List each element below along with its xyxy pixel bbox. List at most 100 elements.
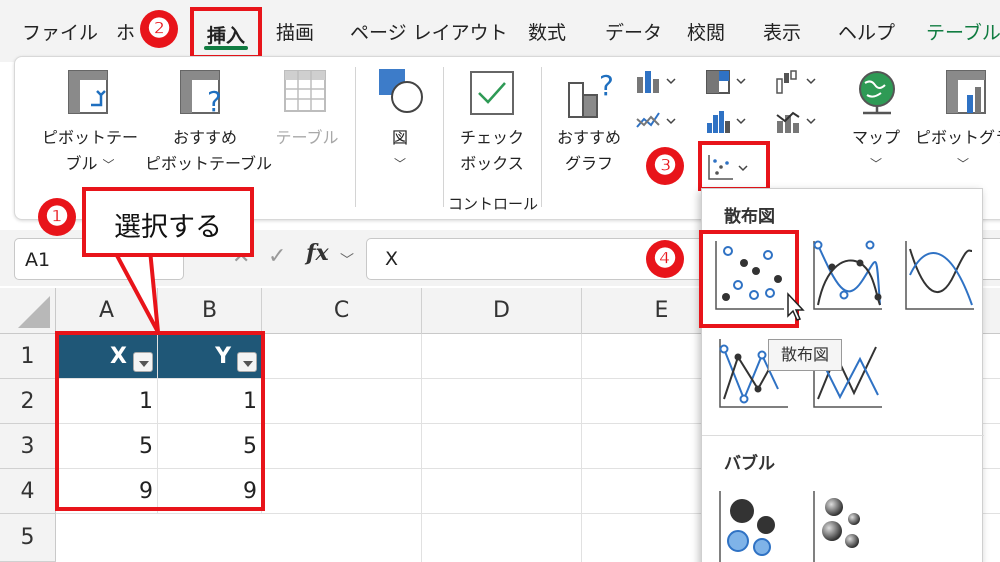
pivot-table-label-1: ピボットテー <box>41 128 138 147</box>
row-header-1[interactable]: 1 <box>0 334 56 379</box>
tab-draw[interactable]: 描画 <box>276 18 314 45</box>
group-separator <box>541 67 542 207</box>
hierarchy-chart-button[interactable] <box>705 69 751 99</box>
checkbox-icon <box>470 71 514 115</box>
pivot-table-label-2-row: ブル ﹀ <box>35 153 145 176</box>
select-callout: 選択する <box>82 187 254 257</box>
tab-formulas[interactable]: 数式 <box>528 18 566 45</box>
bubble-chart-icon <box>719 491 775 562</box>
recommended-charts-label-2: グラフ <box>564 154 613 173</box>
section-divider <box>702 435 984 436</box>
row-header-3[interactable]: 3 <box>0 424 56 469</box>
illustrations-label: 図 <box>391 128 408 147</box>
name-box-value: A1 <box>25 249 51 271</box>
statistic-chart-button[interactable] <box>705 109 751 139</box>
chevron-down-icon: ﹀ <box>393 157 406 171</box>
row-header-5[interactable]: 5 <box>0 514 56 562</box>
tab-insert-label: 挿入 <box>206 25 245 47</box>
column-c-cells[interactable] <box>262 334 422 562</box>
bubble-option[interactable] <box>712 485 794 562</box>
pivot-table-icon <box>68 70 108 114</box>
combo-chart-button[interactable] <box>775 109 821 139</box>
line-chart-button[interactable] <box>635 109 681 139</box>
chevron-down-icon: ﹀ <box>869 157 882 171</box>
table-icon <box>284 70 326 112</box>
tab-active-underline <box>204 46 248 50</box>
callout-text: 選択する <box>114 212 222 243</box>
tab-review[interactable]: 校閲 <box>687 18 725 45</box>
pivot-chart-icon <box>946 70 986 114</box>
illustrations-button[interactable]: 図 ﹀ <box>365 65 435 185</box>
line-chart-icon <box>636 112 676 128</box>
column-chart-icon <box>637 71 676 93</box>
recommended-charts-button[interactable]: ? おすすめ グラフ <box>549 65 629 185</box>
pivot-chart-label: ピボットグラ <box>914 128 1000 147</box>
waterfall-chart-button[interactable] <box>775 69 821 99</box>
scatter-smooth-lines-option[interactable] <box>898 235 980 317</box>
tab-data[interactable]: データ <box>605 18 662 45</box>
table-label: テーブル <box>275 128 339 147</box>
chevron-down-icon[interactable]: ﹀ <box>340 250 354 270</box>
bubble-3d-icon <box>813 491 860 562</box>
svg-text:?: ? <box>207 85 222 117</box>
recommended-charts-label-1: おすすめ <box>556 128 621 147</box>
insert-function-icon[interactable]: fx <box>306 240 329 266</box>
recommended-pivot-label-1: おすすめ <box>172 128 237 147</box>
recommended-pivot-icon: ? <box>180 70 222 117</box>
chevron-down-icon: ﹀ <box>102 158 115 172</box>
scatter-smooth-markers-option[interactable] <box>806 235 888 317</box>
bubble-section-title: バブル <box>724 454 775 474</box>
chevron-down-icon: ﹀ <box>956 157 969 171</box>
waterfall-icon <box>776 70 816 94</box>
row-header-2[interactable]: 2 <box>0 379 56 424</box>
histogram-icon <box>707 111 746 133</box>
table-selection-highlight <box>55 331 265 511</box>
column-d-cells[interactable] <box>422 334 582 562</box>
combo-chart-icon <box>776 111 816 133</box>
pivot-table-label-2: ブル <box>65 154 98 173</box>
scatter-tooltip: 散布図 <box>768 339 842 371</box>
select-all-triangle-icon <box>18 296 50 328</box>
recommended-pivot-label-2: ピボットテーブル <box>145 154 273 173</box>
scatter-button-highlight <box>698 141 770 191</box>
scatter-smooth-lines-icon <box>905 241 974 310</box>
map-label: マップ <box>851 128 900 147</box>
checkbox-button[interactable]: チェック ボックス <box>451 65 533 185</box>
recommended-pivot-table-button[interactable]: ? おすすめ ピボットテーブル <box>145 65 273 185</box>
controls-group-label: コントロール <box>447 195 538 213</box>
formula-value: X <box>385 248 399 270</box>
column-header-c[interactable]: C <box>262 288 422 334</box>
group-separator <box>443 67 444 207</box>
checkbox-label-2: ボックス <box>460 154 524 173</box>
select-all-corner[interactable] <box>0 288 56 334</box>
shapes-icon <box>379 69 423 113</box>
recommended-charts-icon: ? <box>568 69 614 118</box>
scatter-section-title: 散布図 <box>724 207 775 227</box>
step-1-badge: ❶ <box>38 198 76 236</box>
pivot-table-button[interactable]: ピボットテー ブル ﹀ <box>35 65 145 185</box>
enter-check-icon[interactable]: ✓ <box>268 244 286 269</box>
mouse-cursor-icon <box>787 292 805 321</box>
tab-insert[interactable]: 挿入 <box>190 7 262 59</box>
tab-file[interactable]: ファイル <box>22 18 98 45</box>
treemap-icon <box>706 70 746 94</box>
tab-help[interactable]: ヘルプ <box>838 18 895 45</box>
bubble-3d-option[interactable] <box>806 485 888 562</box>
checkbox-label-1: チェック <box>459 128 524 147</box>
table-button[interactable]: テーブル <box>267 65 347 185</box>
tab-page-layout[interactable]: ページ レイアウト <box>350 18 508 45</box>
pivot-chart-button[interactable]: ピボットグラ ﹀ <box>911 65 1000 185</box>
tab-home[interactable]: ホ <box>116 18 135 45</box>
scatter-option-highlight <box>699 230 799 328</box>
scatter-smooth-markers-icon <box>813 240 882 310</box>
map-chart-button[interactable]: マップ ﹀ <box>843 65 909 185</box>
row-header-4[interactable]: 4 <box>0 469 56 514</box>
tab-table-design[interactable]: テーブル <box>926 18 1000 45</box>
step-3-badge: ❸ <box>646 147 684 185</box>
column-header-d[interactable]: D <box>422 288 582 334</box>
svg-text:?: ? <box>599 69 614 102</box>
column-chart-button[interactable] <box>635 69 681 99</box>
globe-icon <box>859 71 895 115</box>
tab-view[interactable]: 表示 <box>763 18 801 45</box>
step-4-badge: ❹ <box>646 240 684 278</box>
